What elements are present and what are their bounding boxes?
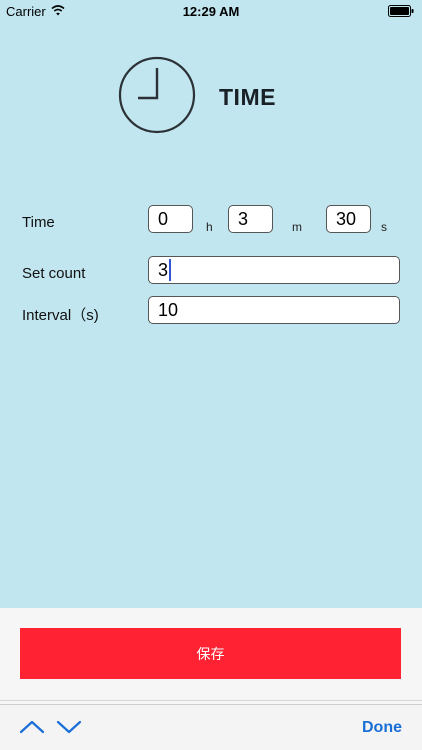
save-button[interactable]: 保存 [20, 628, 401, 679]
hours-unit: h [206, 220, 213, 234]
status-time: 12:29 AM [182, 4, 240, 19]
set-count-value: 3 [158, 260, 169, 280]
divider [0, 700, 422, 701]
set-count-label: Set count [22, 265, 86, 282]
hours-input[interactable]: 0 [148, 205, 193, 233]
chevron-down-icon[interactable] [56, 717, 82, 737]
set-count-input[interactable]: 3 [148, 256, 400, 284]
interval-input[interactable]: 10 [148, 296, 400, 324]
seconds-unit: s [381, 220, 387, 234]
text-cursor [169, 259, 172, 282]
chevron-up-icon[interactable] [19, 717, 45, 737]
status-bar: Carrier 12:29 AM [0, 0, 422, 22]
minutes-unit: m [292, 220, 302, 234]
time-label: Time [22, 214, 55, 231]
done-button[interactable]: Done [362, 719, 402, 737]
page-title: TIME [219, 84, 276, 110]
keyboard-toolbar: Done [0, 704, 422, 750]
interval-label: Interval（s) [22, 307, 99, 324]
action-area: 保存 [0, 608, 422, 704]
minutes-input[interactable]: 3 [228, 205, 273, 233]
clock-icon [118, 56, 196, 134]
timer-settings-panel: TIME Time 0 h 3 m 30 s Set count 3 Inter… [0, 22, 422, 608]
battery-icon [388, 5, 414, 17]
seconds-input[interactable]: 30 [326, 205, 371, 233]
